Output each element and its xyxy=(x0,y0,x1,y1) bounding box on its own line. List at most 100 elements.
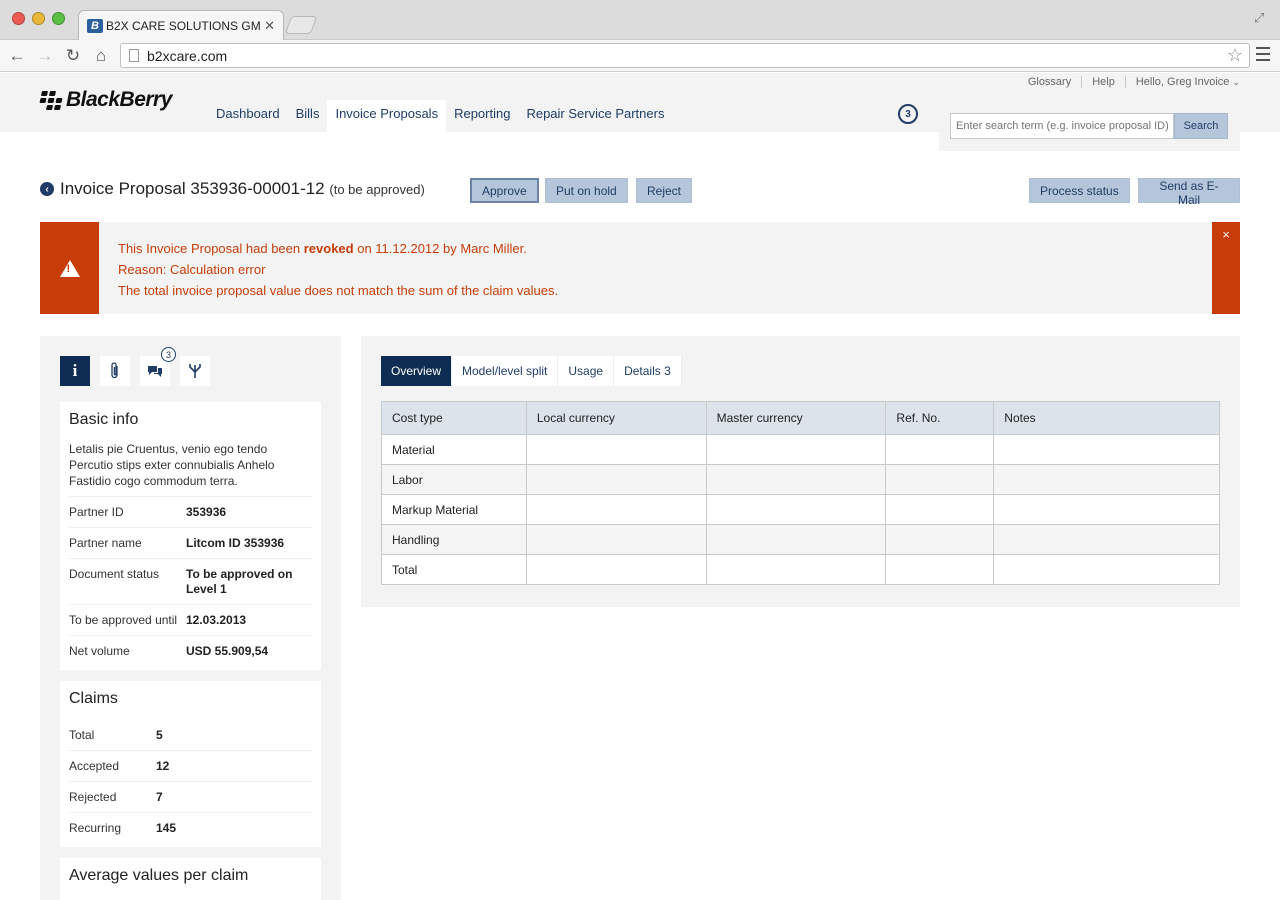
table-cell xyxy=(993,494,1220,525)
tab-details[interactable]: Details 3 xyxy=(614,356,682,386)
close-tab-icon[interactable]: ✕ xyxy=(264,18,275,34)
tab-model-level-split[interactable]: Model/level split xyxy=(452,356,559,386)
claims-value: 5 xyxy=(156,728,163,742)
average-values-title: Average values per claim xyxy=(69,867,249,884)
page-status: (to be approved) xyxy=(329,182,425,197)
back-arrow-icon[interactable]: ← xyxy=(6,45,28,67)
info-row: To be approved until 12.03.2013 xyxy=(69,605,312,636)
search-input[interactable] xyxy=(950,113,1174,139)
nav-bills[interactable]: Bills xyxy=(288,100,328,132)
column-header[interactable]: Cost type xyxy=(381,401,527,435)
user-greeting: Hello, Greg Invoice xyxy=(1135,76,1230,88)
user-menu[interactable]: Hello, Greg Invoice ⌄ xyxy=(1126,76,1240,88)
info-value: USD 55.909,54 xyxy=(186,644,269,658)
claims-row: Rejected 7 xyxy=(69,782,312,813)
table-cell xyxy=(993,524,1220,555)
table-cell xyxy=(885,464,995,495)
approve-button[interactable]: Approve xyxy=(470,178,539,203)
search-button[interactable]: Search xyxy=(1174,113,1228,139)
forward-arrow-icon[interactable]: → xyxy=(34,45,56,67)
table-cell: Labor xyxy=(381,464,527,495)
window-zoom-button[interactable] xyxy=(52,12,65,25)
process-status-button[interactable]: Process status xyxy=(1029,178,1130,203)
page-title: Invoice Proposal 353936-00001-12 (to be … xyxy=(60,179,425,199)
help-link[interactable]: Help xyxy=(1082,76,1126,88)
sidebar-icon-tabs: i 3 xyxy=(60,347,321,386)
put-on-hold-button[interactable]: Put on hold xyxy=(545,178,628,203)
info-value: 353936 xyxy=(186,505,227,519)
browser-tab[interactable]: B B2X CARE SOLUTIONS GMBH ✕ xyxy=(78,10,284,40)
info-label: Partner name xyxy=(69,536,142,550)
browser-titlebar: B B2X CARE SOLUTIONS GMBH ✕ ⤢ xyxy=(0,0,1280,40)
claims-row: Total 5 xyxy=(69,720,312,751)
glossary-link[interactable]: Glossary xyxy=(1018,76,1083,88)
info-row: Partner name Litcom ID 353936 xyxy=(69,528,312,559)
reload-icon[interactable]: ↻ xyxy=(62,45,84,67)
favicon-icon: B xyxy=(87,18,103,33)
window-close-button[interactable] xyxy=(12,12,25,25)
column-header[interactable]: Ref. No. xyxy=(885,401,995,435)
blackberry-logo[interactable]: BlackBerry xyxy=(39,88,172,112)
reject-button[interactable]: Reject xyxy=(636,178,693,203)
column-header[interactable]: Master currency xyxy=(706,401,887,435)
info-icon[interactable]: i xyxy=(60,356,90,386)
table-cell xyxy=(706,434,887,465)
table-cell: Material xyxy=(381,434,527,465)
fullscreen-icon[interactable]: ⤢ xyxy=(1254,10,1270,26)
nav-reporting[interactable]: Reporting xyxy=(446,100,518,132)
alert-line-3: The total invoice proposal value does no… xyxy=(118,283,559,298)
alert-message: This Invoice Proposal had been revoked o… xyxy=(118,238,558,301)
tab-usage[interactable]: Usage xyxy=(558,356,615,386)
chevron-down-icon: ⌄ xyxy=(1232,77,1240,87)
workflow-icon[interactable] xyxy=(180,356,210,386)
info-value: 12.03.2013 xyxy=(186,613,247,627)
logo-text: BlackBerry xyxy=(66,88,172,111)
address-bar[interactable]: b2xcare.com ☆ xyxy=(120,43,1250,68)
nav-repair-service-partners[interactable]: Repair Service Partners xyxy=(518,100,672,132)
column-header[interactable]: Notes xyxy=(993,401,1220,435)
nav-dashboard[interactable]: Dashboard xyxy=(208,100,288,132)
new-tab-button[interactable] xyxy=(284,16,318,34)
browser-menu-icon[interactable] xyxy=(1256,47,1270,61)
close-alert-icon[interactable]: × xyxy=(1212,222,1240,314)
window-minimize-button[interactable] xyxy=(32,12,45,25)
claims-label: Rejected xyxy=(69,790,117,804)
claims-label: Accepted xyxy=(69,759,120,773)
table-cell xyxy=(526,554,707,585)
basic-info-title: Basic info xyxy=(69,411,139,428)
table-cell xyxy=(526,524,707,555)
info-value: Litcom ID 353936 xyxy=(186,536,285,550)
table-cell xyxy=(885,524,995,555)
column-header[interactable]: Local currency xyxy=(526,401,707,435)
table-cell xyxy=(526,434,707,465)
table-cell: Markup Material xyxy=(381,494,527,525)
content-tabs: Overview Model/level split Usage Details… xyxy=(381,356,1220,386)
notification-badge[interactable]: 3 xyxy=(898,104,918,124)
comments-icon[interactable]: 3 xyxy=(140,347,176,386)
tab-overview[interactable]: Overview xyxy=(381,356,453,386)
bookmark-star-icon[interactable]: ☆ xyxy=(1227,45,1243,66)
back-circle-icon[interactable]: ‹ xyxy=(40,182,54,196)
info-row: Net volume USD 55.909,54 xyxy=(69,636,312,666)
table-row: Markup Material xyxy=(381,494,1220,525)
info-label: Document status xyxy=(69,567,160,581)
table-cell xyxy=(526,494,707,525)
paperclip-icon[interactable] xyxy=(100,356,130,386)
alert-revoked-word: revoked xyxy=(303,241,354,256)
url-text[interactable]: b2xcare.com xyxy=(147,48,1227,64)
table-cell xyxy=(526,464,707,495)
claims-row: Accepted 12 xyxy=(69,751,312,782)
send-email-button[interactable]: Send as E-Mail xyxy=(1138,178,1240,207)
home-icon[interactable]: ⌂ xyxy=(90,45,112,67)
info-label: To be approved until xyxy=(69,613,178,627)
table-cell xyxy=(885,434,995,465)
info-label: Partner ID xyxy=(69,505,124,519)
alert-line-2: Reason: Calculation error xyxy=(118,262,266,277)
table-cell: Handling xyxy=(381,524,527,555)
search-area: Search xyxy=(939,107,1240,151)
table-cell: Total xyxy=(381,554,527,585)
info-value: To be approved on Level 1 xyxy=(186,567,293,596)
basic-info-description: Letalis pie Cruentus, venio ego tendo Pe… xyxy=(69,441,312,497)
page-icon xyxy=(129,49,139,62)
nav-invoice-proposals[interactable]: Invoice Proposals xyxy=(327,100,447,132)
